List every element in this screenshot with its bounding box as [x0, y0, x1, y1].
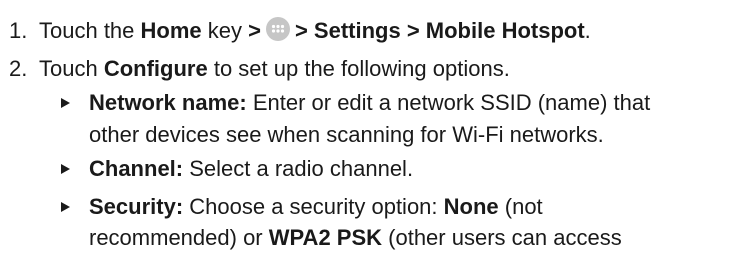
option-text-continued: recommended) or WPA2 PSK (other users ca… — [89, 225, 622, 250]
settings-path: > Settings > Mobile Hotspot — [294, 18, 585, 43]
option-text: Channel: Select a radio channel. — [89, 156, 414, 181]
step-number: 1. — [9, 18, 28, 43]
option-text: Network name: Enter or edit a network SS… — [89, 90, 651, 115]
step-number: 2. — [9, 56, 28, 81]
step-text: Touch the Home key > > Settings > Mobile … — [39, 17, 591, 43]
configure-label: Configure — [103, 56, 208, 81]
triangle-bullet-icon — [61, 98, 70, 108]
triangle-bullet-icon — [61, 202, 70, 212]
step-text: Touch Configure to set up the following … — [39, 56, 510, 81]
option-text: Security: Choose a security option: None… — [89, 194, 543, 219]
triangle-bullet-icon — [61, 164, 70, 174]
apps-grid-icon — [265, 17, 290, 42]
home-key-label: Home — [140, 18, 202, 43]
option-text-continued: other devices see when scanning for Wi-F… — [89, 122, 604, 147]
